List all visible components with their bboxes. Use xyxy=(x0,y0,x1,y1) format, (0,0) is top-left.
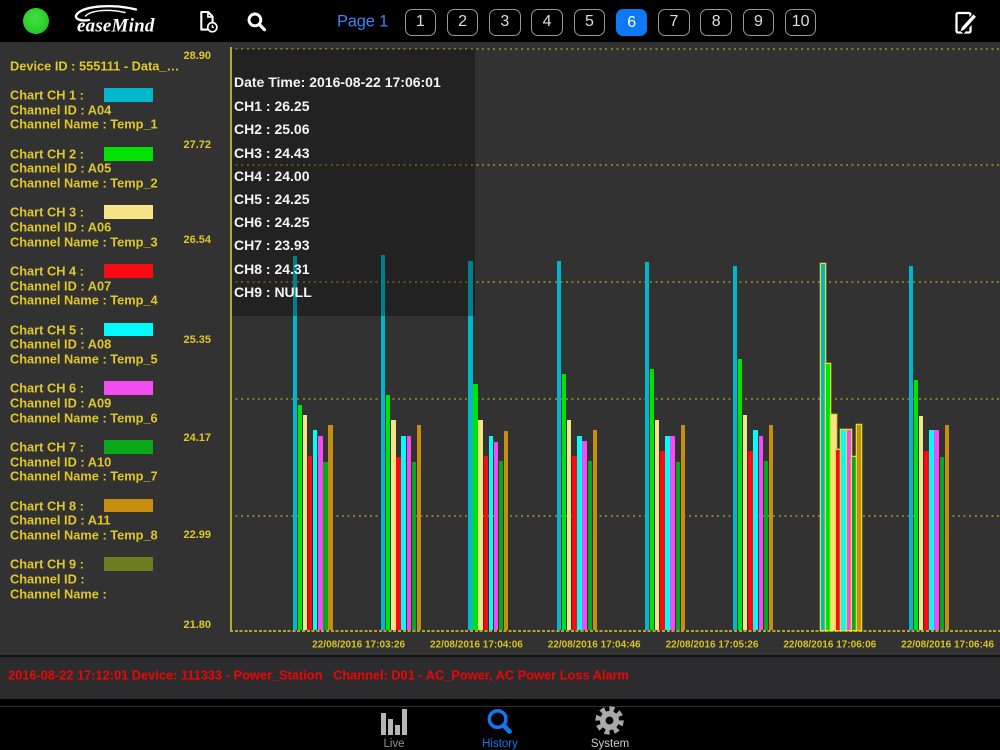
svg-text:easeMind: easeMind xyxy=(77,16,155,37)
